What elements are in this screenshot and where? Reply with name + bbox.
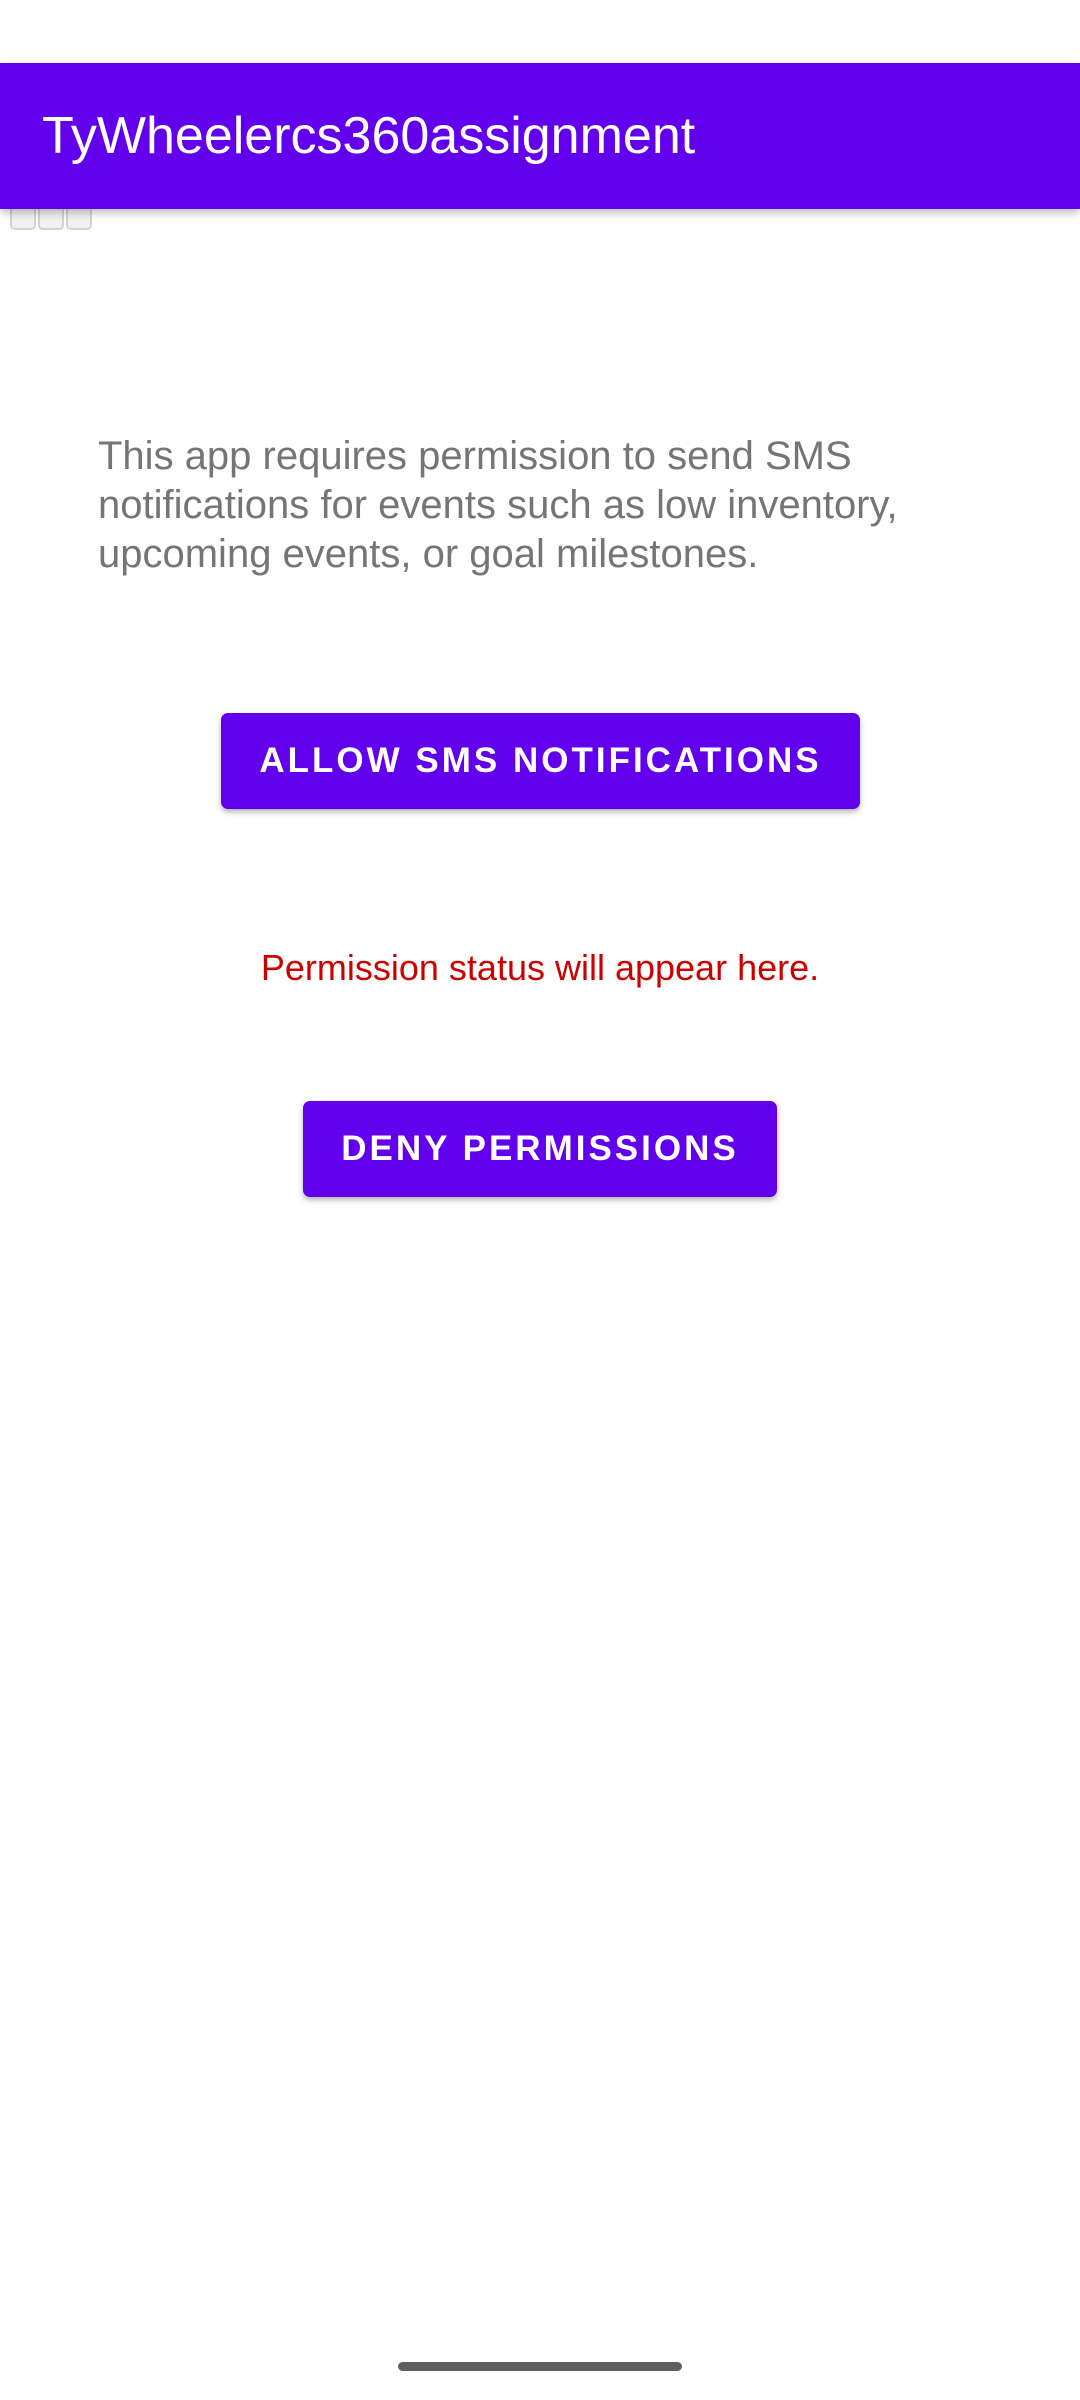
grid-cell <box>10 206 36 230</box>
allow-sms-notifications-button[interactable]: ALLOW SMS NOTIFICATIONS <box>221 713 860 809</box>
grid-icon <box>10 206 100 232</box>
grid-cell <box>66 206 92 230</box>
grid-cell <box>38 206 64 230</box>
deny-permissions-button[interactable]: DENY PERMISSIONS <box>303 1101 777 1197</box>
permission-description: This app requires permission to send SMS… <box>98 434 898 576</box>
gesture-nav-handle[interactable] <box>398 2362 682 2371</box>
app-bar: TyWheelercs360assignment <box>0 63 1080 209</box>
permission-status-text: Permission status will appear here. <box>260 947 820 988</box>
status-bar <box>0 0 1080 63</box>
app-title: TyWheelercs360assignment <box>42 107 696 165</box>
